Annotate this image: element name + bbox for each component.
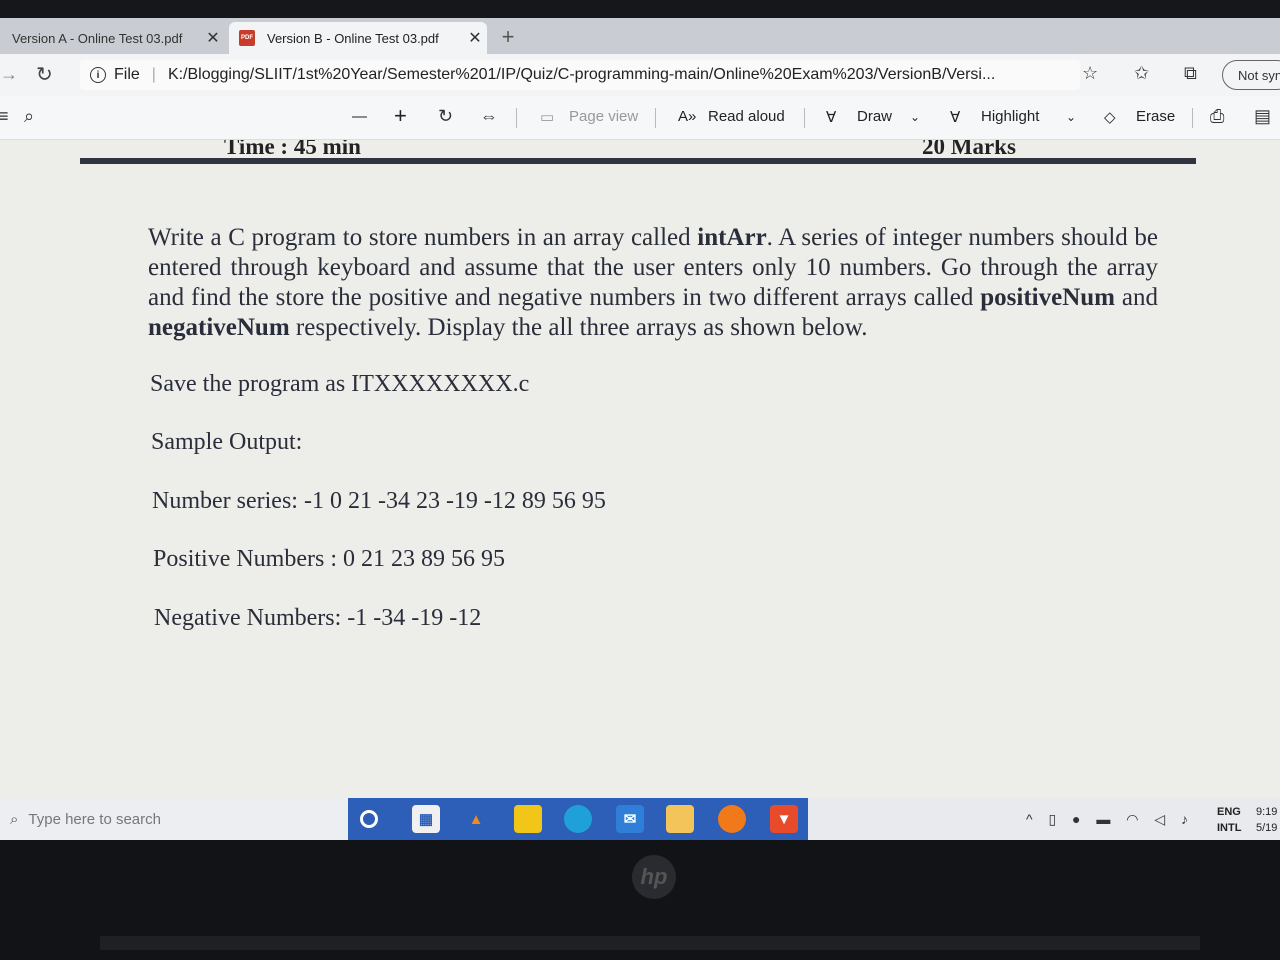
- clock-time: 9:19: [1256, 806, 1278, 818]
- toc-icon[interactable]: ≡: [0, 106, 9, 127]
- vlc-icon[interactable]: ▲: [462, 805, 490, 833]
- add-favorite-icon[interactable]: ☆: [1082, 63, 1098, 84]
- address-bar-row: → ↻ i File | K:/Blogging/SLIIT/1st%20Yea…: [0, 54, 1280, 96]
- url-separator: |: [151, 66, 156, 83]
- draw-icon: ∀: [826, 109, 837, 126]
- bezel-strip: [100, 936, 1200, 950]
- url-field[interactable]: i File | K:/Blogging/SLIIT/1st%20Year/Se…: [80, 60, 1080, 90]
- search-icon: ⌕: [10, 810, 19, 828]
- file-scheme-label: File: [114, 66, 140, 83]
- store-icon[interactable]: ▦: [412, 805, 440, 833]
- info-icon[interactable]: i: [90, 67, 106, 83]
- paragraph-text: respectively. Display the all three arra…: [289, 314, 868, 341]
- toolbar-divider: [804, 108, 805, 128]
- taskbar-apps: ▦ ▲ ✉ ▼: [348, 798, 808, 840]
- keyboard-layout: INTL: [1217, 822, 1242, 834]
- profile-button[interactable]: Not syn: [1222, 60, 1280, 90]
- firefox-icon[interactable]: [718, 805, 746, 833]
- zoom-out-button[interactable]: —: [352, 108, 367, 125]
- close-icon[interactable]: ✕: [463, 28, 487, 48]
- chevron-down-icon[interactable]: ⌄: [1066, 110, 1076, 124]
- save-instruction: Save the program as ITXXXXXXXX.c: [150, 371, 530, 397]
- screen-bezel-top: [0, 0, 1280, 18]
- highlight-icon: ∀: [950, 109, 961, 126]
- file-explorer-icon[interactable]: [666, 805, 694, 833]
- bold-identifier: negativeNum: [148, 314, 290, 341]
- sample-output-heading: Sample Output:: [151, 429, 303, 455]
- language-code: ENG: [1217, 806, 1241, 818]
- zoom-in-button[interactable]: +: [394, 103, 407, 129]
- close-icon[interactable]: ✕: [201, 28, 225, 48]
- toolbar-divider: [516, 108, 517, 128]
- tab-version-b[interactable]: PDF Version B - Online Test 03.pdf ✕: [229, 22, 487, 54]
- bold-identifier: intArr: [697, 224, 767, 251]
- refresh-icon[interactable]: ↻: [36, 62, 53, 87]
- search-placeholder: Type here to search: [28, 810, 161, 828]
- edge-icon[interactable]: [564, 805, 592, 833]
- hp-logo-icon: hp: [632, 855, 676, 899]
- tab-version-a[interactable]: Version A - Online Test 03.pdf ✕: [0, 22, 225, 54]
- pdf-page: Time : 45 min 20 Marks Write a C program…: [0, 140, 1280, 798]
- print-icon[interactable]: ⎙: [1210, 106, 1224, 127]
- eraser-icon: ◇: [1104, 109, 1116, 126]
- read-aloud-icon: A»: [678, 108, 697, 125]
- time-label: Time : 45 min: [224, 140, 361, 159]
- tab-label: Version B - Online Test 03.pdf: [267, 30, 439, 46]
- read-aloud-button[interactable]: Read aloud: [708, 108, 785, 125]
- erase-button[interactable]: Erase: [1136, 108, 1175, 125]
- clock-date: 5/19: [1256, 822, 1278, 834]
- toolbar-divider: [1192, 108, 1193, 128]
- collections-icon[interactable]: ⧉: [1184, 63, 1197, 84]
- language-indicator[interactable]: ENG INTL: [1217, 804, 1241, 836]
- marks-label: 20 Marks: [922, 140, 1016, 159]
- positive-numbers-line: Positive Numbers : 0 21 23 89 56 95: [153, 546, 505, 572]
- draw-button[interactable]: Draw: [857, 108, 892, 125]
- highlight-button[interactable]: Highlight: [981, 108, 1039, 125]
- system-tray-icons[interactable]: ^ ▯ ● ▬ ◠ ◁ ♪: [1026, 811, 1194, 828]
- back-arrow-icon[interactable]: →: [0, 64, 18, 85]
- mail-icon[interactable]: ✉: [616, 805, 644, 833]
- clock[interactable]: 9:19 5/19: [1256, 804, 1277, 836]
- cortana-icon[interactable]: [360, 810, 378, 828]
- taskbar-search[interactable]: ⌕ Type here to search: [0, 798, 348, 840]
- paragraph-text: and: [1114, 284, 1158, 311]
- rotate-icon[interactable]: ↻: [438, 106, 453, 127]
- page-view-icon: ▭: [540, 109, 555, 126]
- negative-numbers-line: Negative Numbers: -1 -34 -19 -12: [154, 605, 482, 631]
- brave-icon[interactable]: ▼: [770, 805, 798, 833]
- pdf-file-icon: PDF: [239, 30, 255, 46]
- new-tab-button[interactable]: +: [494, 24, 522, 52]
- search-icon[interactable]: ⌕: [24, 106, 34, 127]
- tab-strip: Version A - Online Test 03.pdf ✕ PDF Ver…: [0, 18, 1280, 54]
- save-icon[interactable]: ▤: [1254, 106, 1271, 127]
- header-rule: [80, 158, 1196, 164]
- question-paragraph: Write a C program to store numbers in an…: [148, 223, 1158, 343]
- taskbar: ⌕ Type here to search ▦ ▲ ✉ ▼ ^ ▯ ● ▬ ◠ …: [0, 798, 1280, 840]
- sticky-notes-icon[interactable]: [514, 805, 542, 833]
- url-text[interactable]: K:/Blogging/SLIIT/1st%20Year/Semester%20…: [168, 66, 995, 84]
- page-view-button[interactable]: Page view: [569, 108, 638, 125]
- pdf-toolbar: ≡ ⌕ — + ↻ ⇔ ▭ Page view A» Read aloud ∀ …: [0, 96, 1280, 140]
- number-series-line: Number series: -1 0 21 -34 23 -19 -12 89…: [152, 488, 606, 514]
- paragraph-text: Write a C program to store numbers in an…: [148, 224, 698, 251]
- tab-label: Version A - Online Test 03.pdf: [12, 30, 183, 46]
- favorites-icon[interactable]: ✩: [1134, 63, 1149, 84]
- bold-identifier: positiveNum: [980, 284, 1115, 311]
- fit-page-icon[interactable]: ⇔: [480, 106, 498, 127]
- toolbar-divider: [655, 108, 656, 128]
- chevron-down-icon[interactable]: ⌄: [910, 110, 920, 124]
